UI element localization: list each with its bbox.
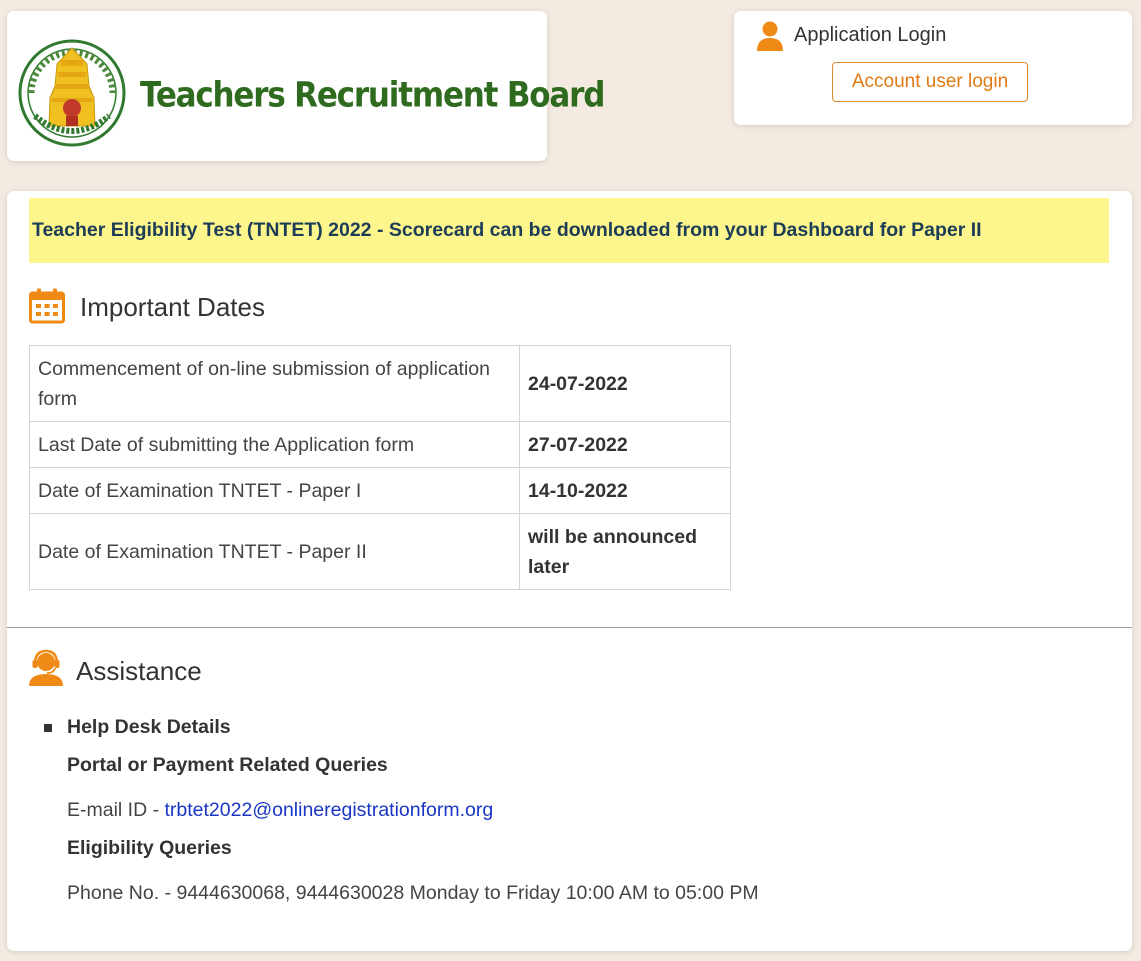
calendar-icon bbox=[29, 288, 65, 324]
application-login-label: Application Login bbox=[794, 24, 947, 46]
bullet-square-icon bbox=[44, 724, 52, 732]
headset-icon bbox=[29, 649, 63, 686]
phone-line: Phone No. - 9444630068, 9444630028 Monda… bbox=[67, 882, 759, 904]
assistance-heading: Assistance bbox=[76, 656, 202, 686]
email-prefix: E-mail ID - bbox=[67, 799, 165, 821]
portal-queries-title: Portal or Payment Related Queries bbox=[67, 754, 388, 776]
eligibility-queries-title: Eligibility Queries bbox=[67, 837, 232, 859]
brand-title: Teachers Recruitment Board bbox=[140, 75, 605, 116]
date-cell: 27-07-2022 bbox=[519, 421, 731, 468]
table-row: Commencement of on-line submission of ap… bbox=[29, 345, 731, 422]
email-line: E-mail ID - trbtet2022@onlineregistratio… bbox=[67, 799, 493, 822]
date-cell: 14-10-2022 bbox=[519, 467, 731, 514]
account-user-login-button[interactable]: Account user login bbox=[832, 62, 1028, 102]
notice-text: Teacher Eligibility Test (TNTET) 2022 - … bbox=[32, 219, 982, 241]
user-icon bbox=[757, 21, 783, 51]
important-dates-heading: Important Dates bbox=[80, 292, 265, 322]
table-row: Date of Examination TNTET - Paper I 14-1… bbox=[29, 467, 731, 514]
email-link[interactable]: trbtet2022@onlineregistrationform.org bbox=[165, 799, 494, 821]
important-dates-table: Commencement of on-line submission of ap… bbox=[29, 345, 731, 590]
notice-banner: Teacher Eligibility Test (TNTET) 2022 - … bbox=[29, 198, 1109, 263]
header-card: Teachers Recruitment Board bbox=[7, 11, 605, 161]
date-cell: 24-07-2022 bbox=[519, 345, 731, 422]
event-cell: Date of Examination TNTET - Paper I bbox=[29, 467, 520, 514]
main-card: Teacher Eligibility Test (TNTET) 2022 - … bbox=[7, 191, 1132, 951]
event-cell: Last Date of submitting the Application … bbox=[29, 421, 520, 468]
table-row: Date of Examination TNTET - Paper II wil… bbox=[29, 513, 731, 590]
login-card: Application Login Account user login bbox=[734, 11, 1132, 125]
help-desk-title: Help Desk Details bbox=[67, 716, 231, 738]
date-cell: will be announced later bbox=[519, 513, 731, 590]
tamil-nadu-emblem-icon bbox=[18, 39, 126, 147]
section-divider bbox=[7, 627, 1132, 628]
event-cell: Commencement of on-line submission of ap… bbox=[29, 345, 520, 422]
table-row: Last Date of submitting the Application … bbox=[29, 421, 731, 468]
event-cell: Date of Examination TNTET - Paper II bbox=[29, 513, 520, 590]
